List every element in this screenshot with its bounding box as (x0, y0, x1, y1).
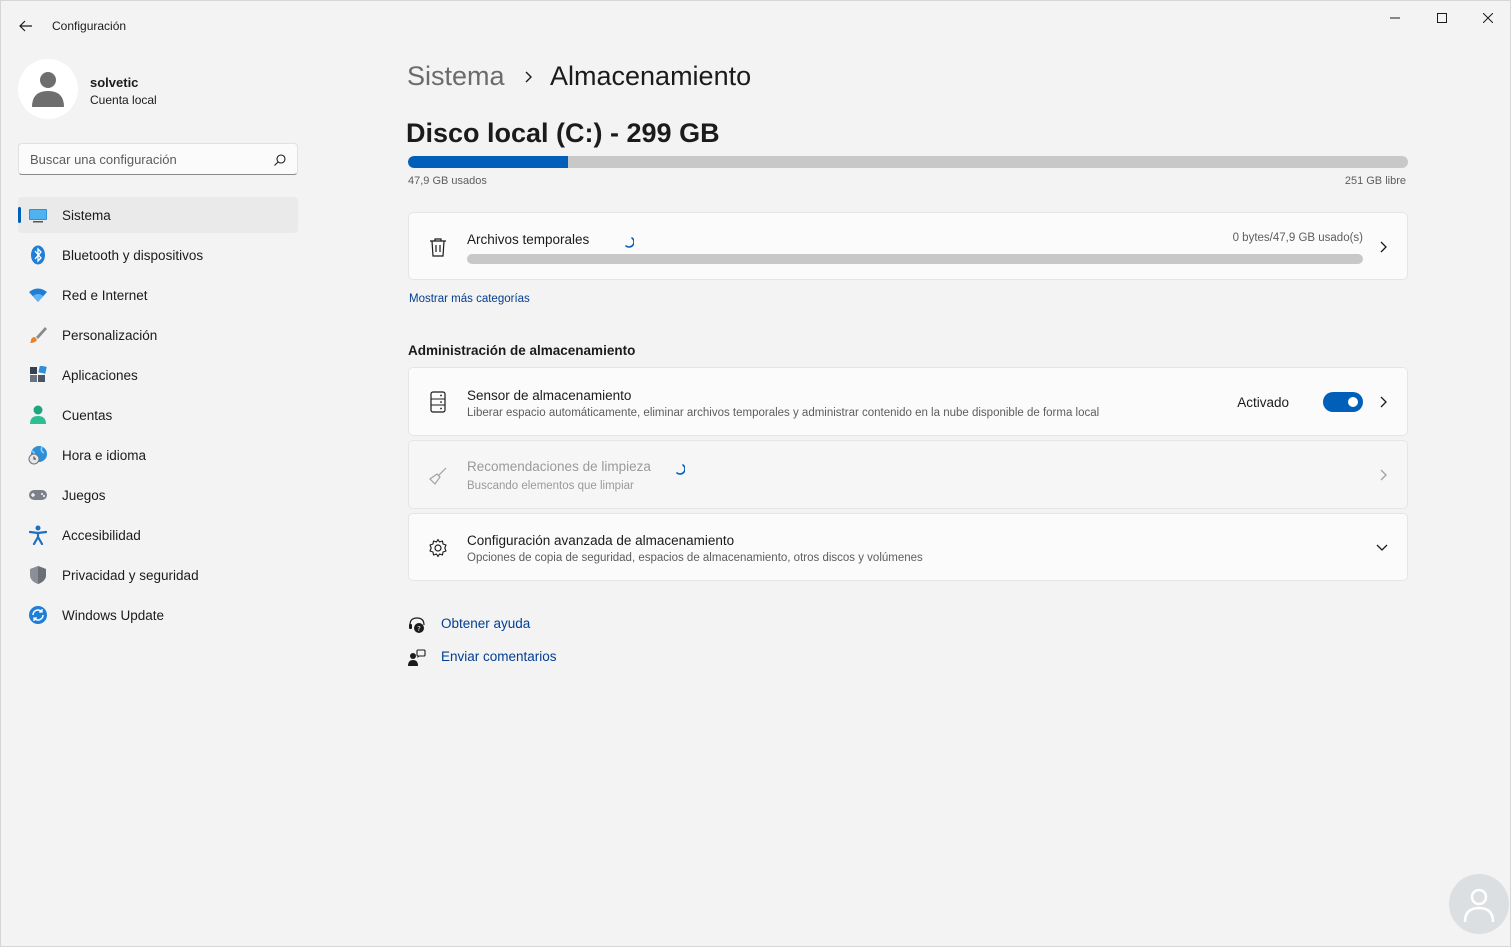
globe-clock-icon (28, 445, 48, 465)
gear-icon (427, 537, 449, 559)
storage-sense-title: Sensor de almacenamiento (467, 388, 632, 403)
chevron-right-icon (1380, 469, 1387, 481)
search-placeholder: Buscar una configuración (30, 152, 177, 167)
sidebar-item-cuentas[interactable]: Cuentas (18, 397, 298, 433)
chevron-right-icon (1380, 396, 1387, 408)
sidebar-item-label: Sistema (62, 208, 111, 223)
feedback-link[interactable]: Enviar comentarios (441, 649, 557, 664)
get-help-link[interactable]: Obtener ayuda (441, 616, 530, 631)
sidebar-item-label: Red e Internet (62, 288, 148, 303)
disk-used-label: 47,9 GB usados (408, 175, 487, 187)
storage-sense-subtitle: Liberar espacio automáticamente, elimina… (467, 407, 1100, 419)
sidebar-item-aplicaciones[interactable]: Aplicaciones (18, 357, 298, 393)
maximize-icon (1437, 13, 1447, 23)
loading-spinner-icon (625, 237, 634, 248)
show-more-categories-link[interactable]: Mostrar más categorías (409, 293, 530, 305)
sidebar-item-label: Hora e idioma (62, 448, 147, 463)
paintbrush-icon (28, 325, 48, 345)
temp-files-title: Archivos temporales (467, 232, 590, 247)
sidebar-nav: Sistema Bluetooth y dispositivos Red e I… (18, 197, 298, 637)
gamepad-icon (28, 485, 48, 505)
active-indicator (18, 207, 21, 223)
storage-sense-card[interactable]: Sensor de almacenamiento Liberar espacio… (408, 367, 1408, 436)
person-icon (28, 405, 48, 425)
feedback-icon (407, 648, 427, 668)
wifi-icon (28, 285, 48, 305)
advanced-storage-title: Configuración avanzada de almacenamiento (467, 533, 735, 548)
temp-files-bar (467, 254, 1363, 264)
storage-drive-icon (427, 391, 449, 413)
minimize-button[interactable] (1372, 1, 1418, 35)
loading-spinner-icon (676, 464, 685, 475)
update-icon (28, 605, 48, 625)
bluetooth-icon (28, 245, 48, 265)
sidebar-item-label: Windows Update (62, 608, 165, 623)
back-arrow-icon (19, 20, 32, 32)
close-button[interactable] (1465, 1, 1511, 35)
feedback-row[interactable]: Enviar comentarios (407, 647, 557, 669)
get-help-row[interactable]: ? Obtener ayuda (407, 614, 530, 636)
sidebar-item-windows-update[interactable]: Windows Update (18, 597, 298, 633)
trash-icon (427, 236, 449, 258)
sidebar-item-privacidad[interactable]: Privacidad y seguridad (18, 557, 298, 593)
temp-files-card[interactable]: Archivos temporales 0 bytes/47,9 GB usad… (408, 212, 1408, 280)
broom-icon (427, 465, 449, 487)
user-name: solvetic (90, 75, 139, 90)
storage-sense-status: Activado (1237, 395, 1289, 410)
sidebar-item-label: Bluetooth y dispositivos (62, 248, 204, 263)
apps-icon (28, 365, 48, 385)
advanced-storage-subtitle: Opciones de copia de seguridad, espacios… (467, 552, 923, 564)
disk-title: Disco local (C:) - 299 GB (406, 118, 720, 148)
settings-window: Configuración solvetic Cuenta local Busc… (0, 0, 1511, 947)
search-input[interactable]: Buscar una configuración (18, 143, 298, 175)
shield-icon (28, 565, 48, 585)
account-type: Cuenta local (90, 93, 157, 107)
toggle-knob (1348, 397, 1358, 407)
sidebar-item-label: Accesibilidad (62, 528, 141, 543)
storage-sense-toggle[interactable] (1323, 392, 1363, 412)
disk-free-label: 251 GB libre (1344, 175, 1406, 187)
help-icon: ? (407, 615, 427, 635)
sidebar-item-label: Personalización (62, 328, 158, 343)
watermark-icon (1463, 888, 1495, 923)
maximize-button[interactable] (1419, 1, 1465, 35)
chevron-down-icon (1376, 544, 1388, 551)
sidebar-item-hora[interactable]: Hora e idioma (18, 437, 298, 473)
sidebar-item-label: Cuentas (62, 408, 113, 423)
chevron-right-icon (1380, 241, 1387, 253)
page-title: Almacenamiento (550, 61, 752, 91)
svg-text:?: ? (417, 625, 421, 633)
advanced-storage-card[interactable]: Configuración avanzada de almacenamiento… (408, 513, 1408, 581)
sidebar-item-label: Juegos (62, 488, 106, 503)
chevron-right-icon (525, 71, 532, 83)
sidebar-item-personalizacion[interactable]: Personalización (18, 317, 298, 353)
back-button[interactable] (11, 13, 41, 39)
section-title: Administración de almacenamiento (408, 343, 636, 358)
search-icon[interactable] (273, 153, 287, 167)
sidebar-item-accesibilidad[interactable]: Accesibilidad (18, 517, 298, 553)
avatar[interactable] (18, 59, 78, 119)
sidebar-item-juegos[interactable]: Juegos (18, 477, 298, 513)
minimize-icon (1390, 17, 1400, 19)
cleanup-title: Recomendaciones de limpieza (467, 459, 651, 474)
close-icon (1483, 13, 1493, 23)
disk-usage-bar (408, 156, 1408, 168)
breadcrumb-parent[interactable]: Sistema (407, 61, 505, 92)
sidebar-item-red[interactable]: Red e Internet (18, 277, 298, 313)
sidebar-item-sistema[interactable]: Sistema (18, 197, 298, 233)
system-monitor-icon (28, 205, 48, 225)
cleanup-recommendations-card[interactable]: Recomendaciones de limpieza Buscando ele… (408, 440, 1408, 509)
temp-files-usage: 0 bytes/47,9 GB usado(s) (1232, 232, 1363, 244)
user-avatar-icon (32, 72, 64, 107)
sidebar-item-label: Aplicaciones (62, 368, 138, 383)
sidebar-item-label: Privacidad y seguridad (62, 568, 199, 583)
disk-usage-fill (408, 156, 568, 168)
cleanup-subtitle: Buscando elementos que limpiar (467, 480, 634, 492)
watermark-logo (1449, 874, 1509, 934)
app-title: Configuración (52, 19, 127, 33)
title-bar: Configuración (1, 1, 1511, 49)
accessibility-icon (28, 525, 48, 545)
sidebar-item-bluetooth[interactable]: Bluetooth y dispositivos (18, 237, 298, 273)
